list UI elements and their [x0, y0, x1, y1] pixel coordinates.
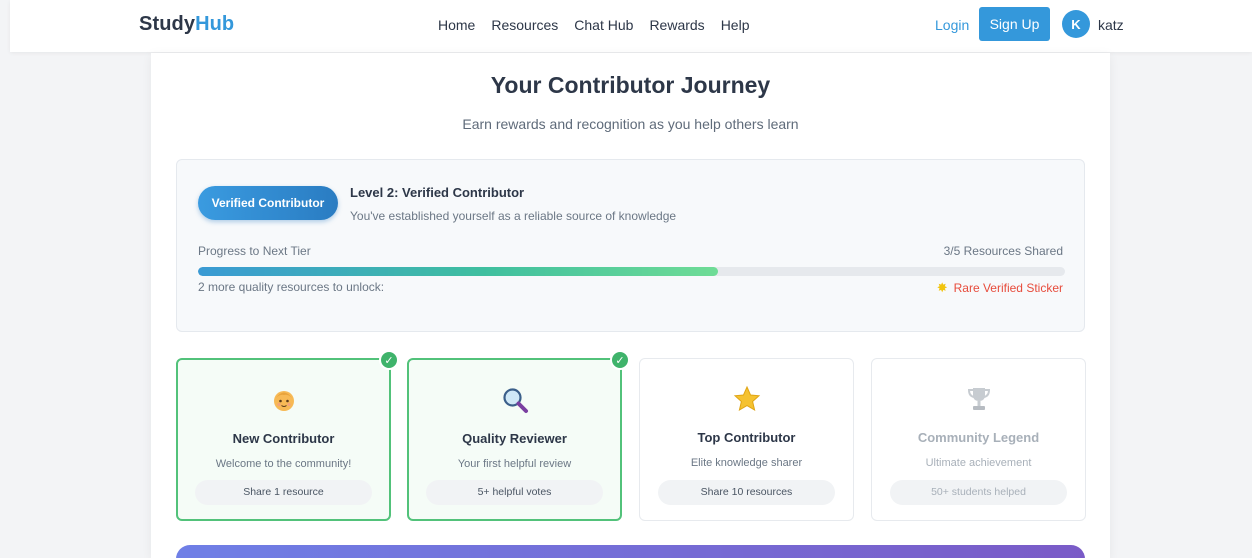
badge-title: Top Contributor [697, 430, 796, 445]
badge-title: New Contributor [232, 431, 335, 446]
badge-requirement: 5+ helpful votes [426, 480, 603, 505]
progress-label: Progress to Next Tier [198, 244, 311, 258]
tier-description: You've established yourself as a reliabl… [350, 209, 677, 223]
check-icon: ✓ [379, 350, 399, 370]
nav-link-resources[interactable]: Resources [491, 17, 558, 33]
reward-label: Rare Verified Sticker [953, 281, 1063, 295]
nav-link-chat-hub[interactable]: Chat Hub [574, 17, 633, 33]
star-icon [640, 384, 853, 414]
progress-count: 3/5 Resources Shared [943, 244, 1063, 258]
bottom-gradient-banner [176, 545, 1085, 558]
trophy-icon [872, 384, 1085, 414]
page-subtitle: Earn rewards and recognition as you help… [462, 116, 799, 132]
badge-card-quality-reviewer[interactable]: ✓ Quality Reviewer Your first helpful re… [407, 350, 630, 521]
progress-bar-track [198, 267, 1065, 276]
user-avatar[interactable]: K [1062, 10, 1090, 38]
current-tier-card: Verified Contributor Level 2: Verified C… [176, 159, 1085, 332]
badge-card-community-legend[interactable]: Community Legend Ultimate achievement 50… [871, 358, 1086, 521]
logo-text-study: Study [139, 13, 196, 35]
username-label[interactable]: katz [1098, 17, 1124, 33]
badge-requirement: Share 1 resource [195, 480, 372, 505]
badge-description: Welcome to the community! [215, 458, 352, 470]
baby-face-icon [178, 385, 389, 415]
badge-card-new-contributor[interactable]: ✓ New Contributor Welcome to the communi… [176, 350, 399, 521]
badge-requirement: Share 10 resources [658, 480, 835, 505]
login-link[interactable]: Login [935, 17, 969, 33]
badge-requirement: 50+ students helped [890, 480, 1067, 505]
badge-title: Quality Reviewer [462, 431, 567, 446]
badge-card-top-contributor[interactable]: Top Contributor Elite knowledge sharer S… [639, 358, 854, 521]
magnifier-icon [409, 385, 620, 415]
badge-description: Your first helpful review [457, 458, 572, 470]
check-icon: ✓ [610, 350, 630, 370]
tier-badge[interactable]: Verified Contributor [198, 186, 338, 220]
badge-title: Community Legend [917, 430, 1040, 445]
progress-bar-fill [198, 267, 719, 276]
unlock-label: 2 more quality resources to unlock: [198, 280, 385, 294]
sparkle-icon: ✸ [936, 280, 948, 295]
page-title: Your Contributor Journey [490, 72, 771, 98]
top-navbar: StudyHub Home Resources Chat Hub Rewards… [10, 0, 1252, 52]
tier-level-title: Level 2: Verified Contributor [350, 185, 525, 200]
contributor-journey-panel: Your Contributor Journey Earn rewards an… [151, 53, 1110, 558]
nav-link-rewards[interactable]: Rewards [649, 17, 704, 33]
nav-link-help[interactable]: Help [721, 17, 750, 33]
studyhub-logo[interactable]: StudyHub [139, 13, 234, 36]
badge-description: Ultimate achievement [925, 457, 1032, 469]
nav-link-home[interactable]: Home [438, 17, 475, 33]
sign-up-button[interactable]: Sign Up [979, 7, 1050, 41]
logo-text-hub: Hub [195, 13, 235, 35]
reward-item: ✸ Rare Verified Sticker [937, 280, 1063, 296]
nav-links: Home Resources Chat Hub Rewards Help [438, 17, 749, 33]
badge-description: Elite knowledge sharer [690, 457, 803, 469]
